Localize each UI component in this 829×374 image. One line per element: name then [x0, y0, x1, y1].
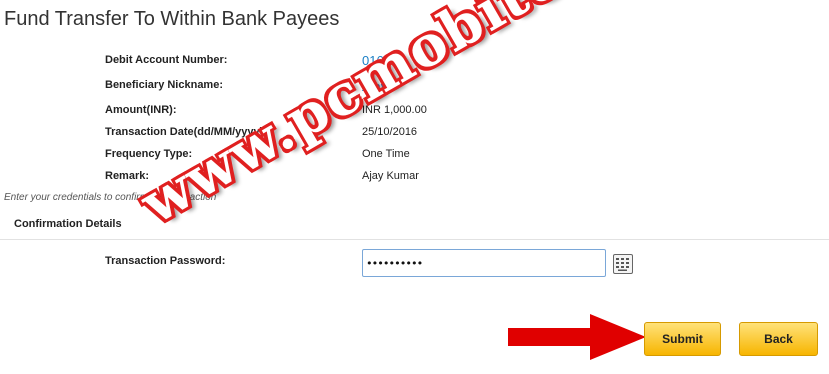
detail-label: Debit Account Number: [105, 54, 228, 66]
detail-row-frequency: Frequency Type: One Time [0, 148, 829, 168]
back-button[interactable]: Back [739, 322, 818, 356]
transaction-password-label: Transaction Password: [105, 255, 226, 267]
detail-label: Remark: [105, 170, 150, 182]
detail-label: Beneficiary Nickname: [105, 79, 223, 91]
confirmation-heading: Confirmation Details [14, 218, 122, 230]
red-arrow-icon [508, 314, 646, 360]
transaction-date-value: 25/10/2016 [362, 126, 418, 138]
beneficiary-nickname-value[interactable]: Ajay [362, 79, 387, 94]
remark-value: Ajay Kumar [362, 170, 419, 182]
page-title: Fund Transfer To Within Bank Payees [4, 8, 340, 30]
detail-row-debit-account: Debit Account Number: 0163 [0, 53, 829, 74]
detail-label: Amount(INR): [105, 104, 177, 116]
amount-value: INR 1,000.00 [362, 104, 427, 116]
keyboard-icon[interactable] [613, 254, 633, 274]
detail-row-remark: Remark: Ajay Kumar [0, 170, 829, 190]
detail-row-amount: Amount(INR): INR 1,000.00 [0, 104, 829, 124]
frequency-type-value: One Time [362, 148, 410, 160]
debit-account-value[interactable]: 0163 [362, 53, 391, 68]
detail-label: Transaction Date(dd/MM/yyyy) [105, 126, 264, 138]
detail-row-beneficiary: Beneficiary Nickname: Ajay [0, 79, 829, 99]
detail-row-date: Transaction Date(dd/MM/yyyy) 25/10/2016 [0, 126, 829, 146]
detail-label: Frequency Type: [105, 148, 193, 160]
confirmation-section-header: Confirmation Details [0, 211, 829, 240]
submit-button[interactable]: Submit [644, 322, 721, 356]
credentials-hint: Enter your credentials to confirm the tr… [4, 192, 217, 203]
transaction-password-input[interactable] [362, 249, 606, 277]
